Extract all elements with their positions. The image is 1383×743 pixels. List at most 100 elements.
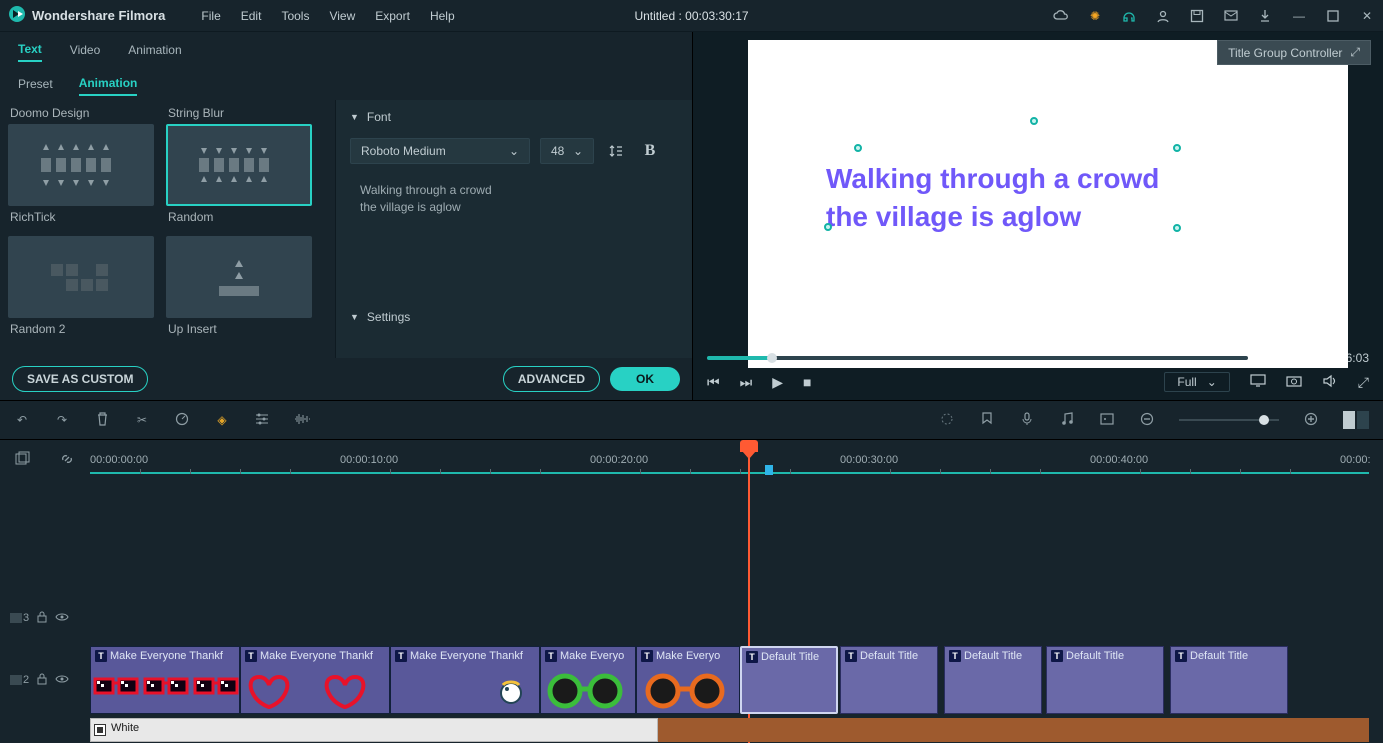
minimize-icon[interactable]: ― [1291, 8, 1307, 24]
zoom-in-icon[interactable] [1303, 412, 1319, 429]
visibility-icon[interactable] [55, 674, 69, 687]
handle-tr[interactable] [1173, 144, 1181, 152]
menu-help[interactable]: Help [430, 9, 455, 23]
volume-icon[interactable] [1322, 374, 1338, 391]
preview-canvas[interactable]: Walking through a crowd the village is a… [748, 40, 1348, 368]
thumb-random2[interactable] [8, 236, 154, 318]
anim-random-2[interactable]: Random 2 [8, 232, 154, 340]
headphones-icon[interactable] [1121, 8, 1137, 24]
save-as-custom-button[interactable]: SAVE AS CUSTOM [12, 366, 148, 392]
next-frame-icon[interactable]: ⏭ [740, 374, 753, 391]
thumb-string-blur[interactable] [166, 124, 312, 206]
caption-text[interactable]: Walking through a crowd the village is a… [826, 160, 1159, 236]
menu-edit[interactable]: Edit [241, 9, 262, 23]
link-icon[interactable] [60, 452, 74, 469]
timeline-add-track-icon[interactable] [14, 452, 30, 469]
text-preview[interactable]: Walking through a crowd the village is a… [350, 174, 678, 294]
title-clip-3[interactable]: TDefault Title [944, 646, 1042, 714]
bold-button[interactable]: B [638, 139, 662, 163]
close-icon[interactable]: ✕ [1359, 8, 1375, 24]
render-icon[interactable] [939, 412, 955, 429]
anim-random[interactable]: Random [166, 210, 312, 228]
in-point-marker[interactable] [765, 465, 773, 475]
clip-me-5[interactable]: TMake Everyo [636, 646, 740, 714]
monitor-icon[interactable] [1250, 374, 1266, 391]
section-font-toggle[interactable]: ▼Font [336, 100, 692, 134]
download-icon[interactable] [1257, 8, 1273, 24]
track-badge-icon[interactable]: 2 [10, 674, 29, 686]
menu-file[interactable]: File [201, 9, 220, 23]
clip-me-2[interactable]: TMake Everyone Thankf [240, 646, 390, 714]
voiceover-icon[interactable] [1019, 412, 1035, 429]
cloud-icon[interactable] [1053, 8, 1069, 24]
redo-icon[interactable]: ↷ [54, 413, 70, 427]
handle-tl[interactable] [854, 144, 862, 152]
display-mode-select[interactable]: Full⌄ [1164, 372, 1229, 392]
clip-me-4[interactable]: TMake Everyo [540, 646, 636, 714]
subtab-preset[interactable]: Preset [18, 77, 53, 95]
play-icon[interactable]: ▶ [772, 374, 783, 391]
timeline-ruler[interactable]: 00:00:00:00 00:00:10:00 00:00:20:00 00:0… [90, 450, 1369, 476]
lock-icon[interactable] [37, 673, 47, 688]
title-clip-4[interactable]: TDefault Title [1046, 646, 1164, 714]
tab-video[interactable]: Video [70, 43, 100, 61]
thumb-doomo[interactable] [8, 124, 154, 206]
keyframe-icon[interactable]: ◈ [214, 413, 230, 427]
undo-icon[interactable]: ↶ [14, 413, 30, 427]
clip-me-1[interactable]: TMake Everyone Thankf [90, 646, 240, 714]
tab-animation[interactable]: Animation [128, 43, 181, 61]
audio-wave-icon[interactable] [294, 413, 310, 428]
tab-text[interactable]: Text [18, 42, 42, 62]
subtab-animation[interactable]: Animation [79, 76, 138, 96]
zoom-out-icon[interactable] [1139, 412, 1155, 429]
music-icon[interactable] [1059, 412, 1075, 429]
track-badge-icon[interactable]: 3 [10, 612, 29, 624]
anim-doomo-design[interactable]: Doomo Design [8, 106, 154, 206]
anim-string-blur[interactable]: String Blur [166, 106, 312, 206]
handle-l[interactable] [824, 223, 832, 231]
audio-clip-white[interactable]: White [90, 718, 658, 742]
app-name: Wondershare Filmora [32, 8, 165, 23]
audio-track[interactable]: White [90, 718, 1369, 742]
advanced-button[interactable]: ADVANCED [503, 366, 600, 392]
line-spacing-icon[interactable] [604, 139, 628, 163]
title-group-controller-badge[interactable]: Title Group Controller ⤢ [1217, 40, 1371, 65]
handle-top[interactable] [1030, 117, 1038, 125]
delete-icon[interactable] [94, 412, 110, 429]
stop-icon[interactable]: ■ [803, 374, 811, 390]
timeline-view-toggle[interactable] [1343, 411, 1369, 429]
save-icon[interactable] [1189, 8, 1205, 24]
maximize-icon[interactable] [1325, 8, 1341, 24]
visibility-icon[interactable] [55, 612, 69, 625]
title-clip-5[interactable]: TDefault Title [1170, 646, 1288, 714]
mail-icon[interactable] [1223, 8, 1239, 24]
anim-richtick[interactable]: RichTick [8, 210, 154, 228]
title-clip-2[interactable]: TDefault Title [840, 646, 938, 714]
menu-export[interactable]: Export [375, 9, 410, 23]
preview-scrubber[interactable] [707, 356, 1248, 360]
sparkle-icon[interactable]: ✺ [1087, 8, 1103, 24]
ok-button[interactable]: OK [610, 367, 680, 391]
clip-me-3[interactable]: TMake Everyone Thankf [390, 646, 540, 714]
font-family-select[interactable]: Roboto Medium⌄ [350, 138, 530, 164]
marker-icon[interactable] [979, 412, 995, 429]
anim-up-insert[interactable]: Up Insert [166, 232, 312, 340]
preview-stage[interactable]: Walking through a crowd the village is a… [693, 32, 1383, 348]
crop-icon[interactable] [1099, 413, 1115, 428]
speed-icon[interactable] [174, 412, 190, 429]
thumb-up-insert[interactable] [166, 236, 312, 318]
lock-icon[interactable] [37, 611, 47, 626]
font-size-select[interactable]: 48⌄ [540, 138, 594, 164]
split-icon[interactable]: ✂ [134, 413, 150, 427]
handle-r[interactable] [1173, 224, 1181, 232]
prev-frame-icon[interactable]: ⏮ [707, 374, 720, 391]
fullscreen-icon[interactable]: ⤢ [1358, 374, 1369, 391]
snapshot-icon[interactable] [1286, 374, 1302, 390]
menu-view[interactable]: View [329, 9, 355, 23]
section-settings-toggle[interactable]: ▼Settings [336, 300, 692, 334]
title-clip-1[interactable]: TDefault Title [740, 646, 838, 714]
adjust-icon[interactable] [254, 413, 270, 428]
user-icon[interactable] [1155, 8, 1171, 24]
menu-tools[interactable]: Tools [281, 9, 309, 23]
zoom-slider[interactable] [1179, 419, 1279, 421]
